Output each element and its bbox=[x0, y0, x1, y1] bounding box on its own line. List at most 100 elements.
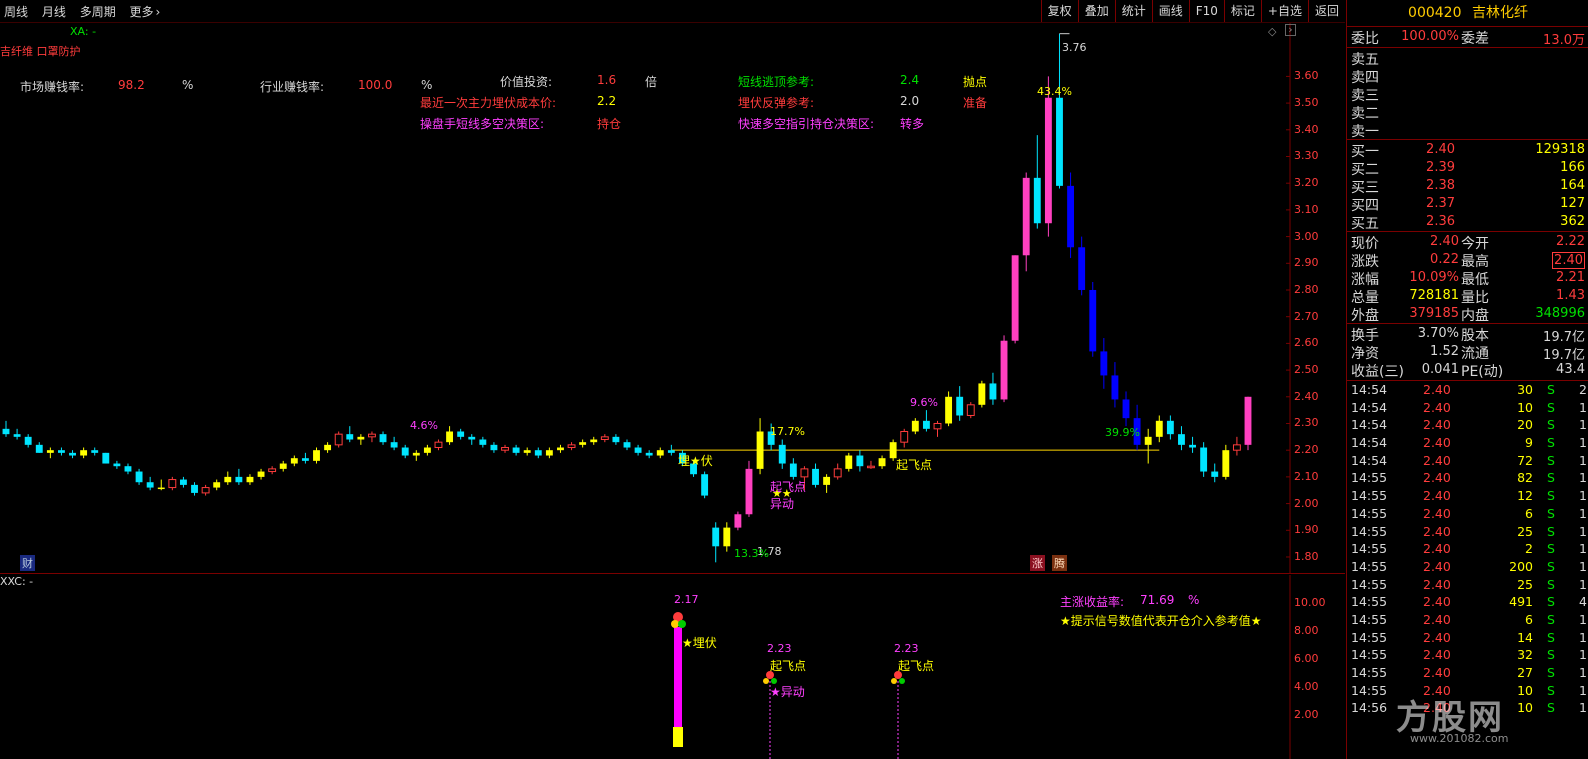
statistics-button[interactable]: 统计 bbox=[1114, 0, 1152, 22]
tab-multi-period[interactable]: 多周期 bbox=[80, 5, 116, 19]
tick-row[interactable]: 14:55 2.40 200 S 1 bbox=[1347, 558, 1588, 576]
tick-price: 2.40 bbox=[1423, 488, 1451, 504]
tick-side: S bbox=[1547, 452, 1555, 468]
rebound-signal: 准备 bbox=[963, 96, 988, 110]
weibi-value: 100.00% bbox=[1401, 29, 1459, 44]
tick-row[interactable]: 14:54 2.40 30 S 2 bbox=[1347, 381, 1588, 399]
candle-body bbox=[135, 471, 143, 483]
add-watchlist-button[interactable]: +自选 bbox=[1260, 0, 1308, 22]
tick-row[interactable]: 14:55 2.40 27 S 1 bbox=[1347, 664, 1588, 682]
indicator-tick-label: 2.00 bbox=[1294, 708, 1319, 721]
tick-row[interactable]: 14:55 2.40 82 S 1 bbox=[1347, 469, 1588, 487]
tick-time: 14:55 bbox=[1351, 629, 1388, 645]
finance-marker[interactable]: 财 bbox=[20, 555, 35, 571]
price-tick-label: 3.50 bbox=[1294, 96, 1319, 110]
quote-value: 1.43 bbox=[1556, 288, 1585, 303]
bid-row[interactable]: 买四 2.37 127 bbox=[1347, 194, 1588, 214]
restore-rights-button[interactable]: 复权 bbox=[1040, 0, 1078, 22]
tick-row[interactable]: 14:54 2.40 72 S 1 bbox=[1347, 452, 1588, 470]
tick-side: S bbox=[1547, 682, 1555, 698]
tick-row[interactable]: 14:55 2.40 6 S 1 bbox=[1347, 611, 1588, 629]
bid-row[interactable]: 买二 2.39 166 bbox=[1347, 158, 1588, 178]
ask-row[interactable]: 卖四 bbox=[1347, 66, 1588, 86]
quote-label: 外盘 bbox=[1351, 308, 1379, 324]
tick-volume: 12 bbox=[1517, 488, 1533, 504]
tick-row[interactable]: 14:54 2.40 20 S 1 bbox=[1347, 416, 1588, 434]
bid-row[interactable]: 买三 2.38 164 bbox=[1347, 176, 1588, 196]
tick-row[interactable]: 14:55 2.40 12 S 1 bbox=[1347, 487, 1588, 505]
candle-body bbox=[1211, 471, 1219, 477]
candle bbox=[401, 444, 409, 459]
settings-diamond-icon[interactable]: ◇ bbox=[1268, 25, 1276, 38]
quote-value: 728181 bbox=[1409, 288, 1459, 303]
candle-body bbox=[201, 487, 210, 494]
candle-body bbox=[900, 430, 909, 443]
tick-time: 14:55 bbox=[1351, 594, 1388, 610]
yidong-signal: 异动 bbox=[770, 497, 795, 511]
price-tick-label: 1.80 bbox=[1294, 549, 1319, 563]
tick-price: 2.40 bbox=[1423, 541, 1451, 557]
ask-row[interactable]: 卖一 bbox=[1347, 120, 1588, 140]
draw-line-button[interactable]: 画线 bbox=[1151, 0, 1189, 22]
tick-time: 14:56 bbox=[1351, 700, 1388, 716]
tick-count: 1 bbox=[1579, 611, 1587, 627]
mark-button[interactable]: 标记 bbox=[1223, 0, 1261, 22]
tick-row[interactable]: 14:54 2.40 9 S 1 bbox=[1347, 434, 1588, 452]
ask-book: 卖五 卖四 卖三 卖二 卖一 bbox=[1347, 48, 1588, 140]
price-tick-label: 2.40 bbox=[1294, 389, 1319, 403]
quote-value: 348996 bbox=[1535, 306, 1585, 321]
tab-monthly[interactable]: 月线 bbox=[42, 5, 66, 19]
f10-button[interactable]: F10 bbox=[1188, 0, 1224, 22]
candle bbox=[324, 442, 332, 453]
candle-body bbox=[612, 436, 620, 443]
tab-more[interactable]: 更多 › bbox=[130, 5, 171, 19]
candle bbox=[1067, 172, 1075, 258]
collapse-icon[interactable]: › bbox=[1285, 24, 1296, 36]
tick-list[interactable]: 14:54 2.40 30 S 2 14:54 2.40 10 S 1 14:54 2.40 20 S 1 1… bbox=[1347, 381, 1588, 717]
tick-row[interactable]: 14:55 2.40 25 S 1 bbox=[1347, 523, 1588, 541]
maifu-signal: 埋★伏 bbox=[678, 454, 713, 468]
tick-time: 14:55 bbox=[1351, 647, 1388, 663]
candle-body bbox=[102, 452, 110, 464]
tick-row[interactable]: 14:55 2.40 2 S 1 bbox=[1347, 540, 1588, 558]
tick-row[interactable]: 14:54 2.40 10 S 1 bbox=[1347, 399, 1588, 417]
quote-panel: 000420 吉林化纤 委比 100.00% 委差 13.0万 卖五 卖四 卖三… bbox=[1346, 0, 1588, 759]
tick-row[interactable]: 14:55 2.40 6 S 1 bbox=[1347, 505, 1588, 523]
weicha-value: 13.0万 bbox=[1543, 33, 1585, 48]
watermark-url: www.201082.com bbox=[1410, 732, 1509, 745]
candle-body bbox=[667, 450, 675, 453]
teng-marker[interactable]: 腾 bbox=[1052, 555, 1067, 571]
tick-row[interactable]: 14:55 2.40 32 S 1 bbox=[1347, 646, 1588, 664]
tick-volume: 25 bbox=[1517, 523, 1533, 539]
overlay-button[interactable]: 叠加 bbox=[1077, 0, 1115, 22]
candle-body bbox=[69, 452, 76, 456]
limit-up-marker[interactable]: 涨 bbox=[1030, 555, 1045, 571]
tick-volume: 32 bbox=[1517, 647, 1533, 663]
bid-row[interactable]: 买五 2.36 362 bbox=[1347, 212, 1588, 232]
tab-weekly[interactable]: 周线 bbox=[4, 5, 28, 19]
back-button[interactable]: 返回 bbox=[1307, 0, 1345, 22]
tick-price: 2.40 bbox=[1423, 417, 1451, 433]
tick-row[interactable]: 14:55 2.40 25 S 1 bbox=[1347, 576, 1588, 594]
tick-row[interactable]: 14:55 2.40 491 S 4 bbox=[1347, 593, 1588, 611]
main-kline-chart[interactable]: XA: - 吉纤维 口罩防护 ◇ › 市场赚钱率: 98.2 % 行业赚钱率: … bbox=[0, 23, 1345, 573]
ask-row[interactable]: 卖二 bbox=[1347, 102, 1588, 122]
candle-body bbox=[334, 433, 343, 446]
candle bbox=[878, 455, 886, 469]
income-unit: % bbox=[1188, 593, 1200, 607]
tick-row[interactable]: 14:55 2.40 14 S 1 bbox=[1347, 629, 1588, 647]
ask-row[interactable]: 卖五 bbox=[1347, 48, 1588, 68]
candle bbox=[379, 431, 387, 445]
candle bbox=[390, 436, 398, 451]
indicator-subchart[interactable]: XXC: - 主涨收益率: 71.69 % ★提示信号数值代表开仓介入参考值★ … bbox=[0, 575, 1345, 759]
bid-vol: 129318 bbox=[1535, 142, 1585, 157]
candle bbox=[1200, 442, 1208, 477]
candle bbox=[268, 466, 277, 475]
ask-row[interactable]: 卖三 bbox=[1347, 84, 1588, 104]
fund-value: 0.041 bbox=[1421, 362, 1459, 377]
tick-time: 14:55 bbox=[1351, 665, 1388, 680]
candle-body bbox=[590, 439, 598, 443]
candle bbox=[13, 428, 21, 440]
tick-time: 14:54 bbox=[1351, 417, 1388, 433]
bid-row[interactable]: 买一 2.40 129318 bbox=[1347, 140, 1588, 160]
